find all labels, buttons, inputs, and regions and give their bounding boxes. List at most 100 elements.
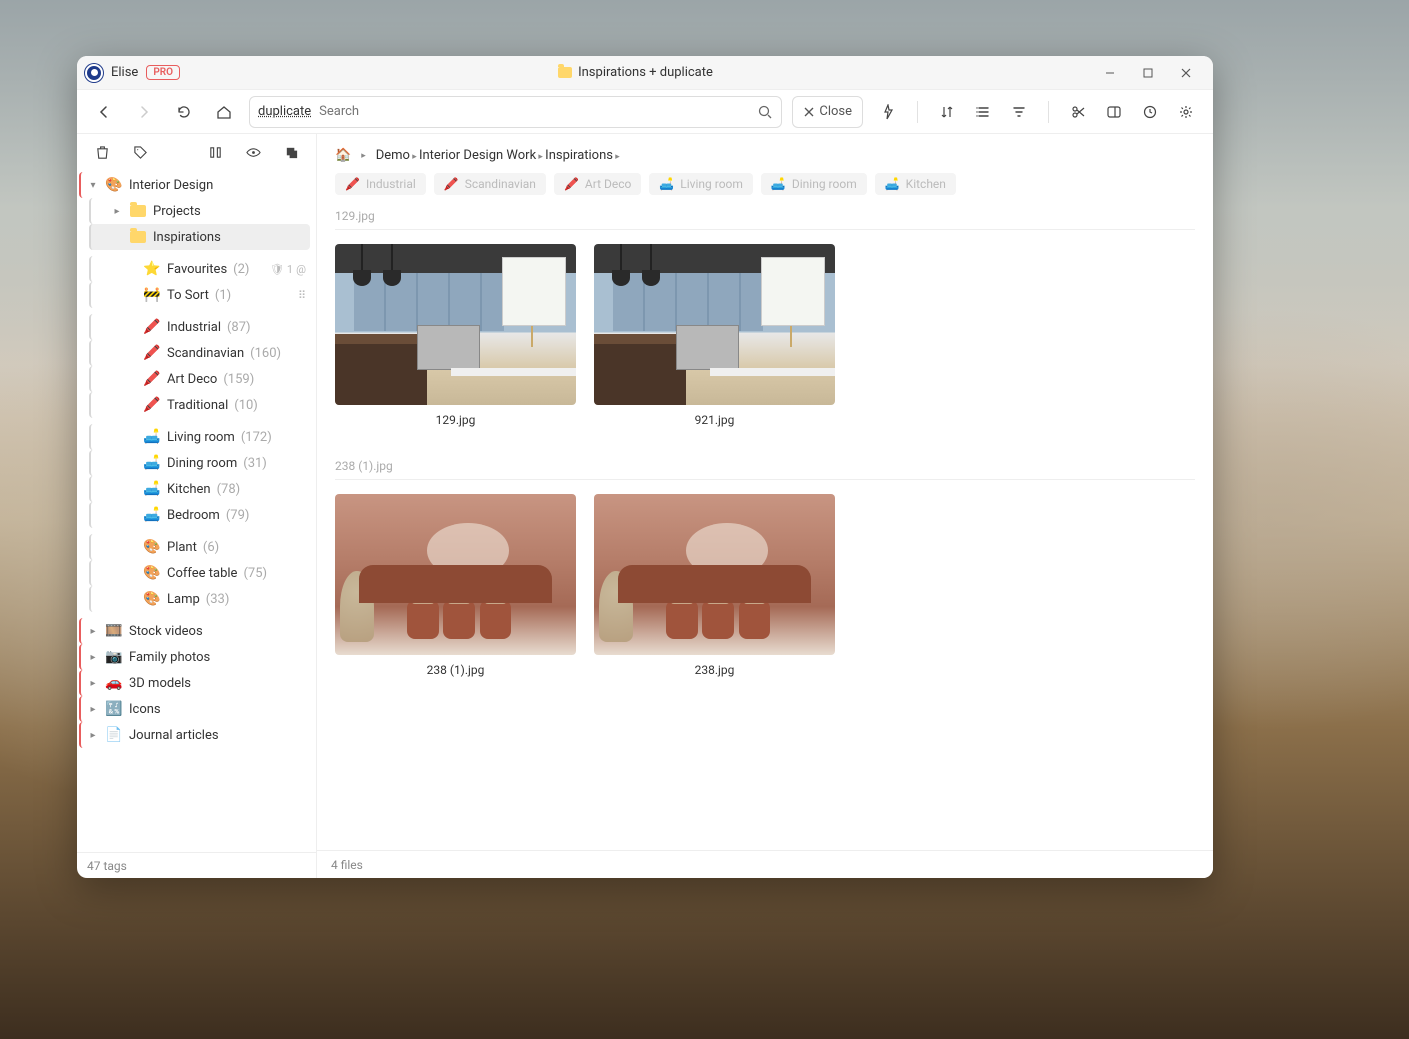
avatar-icon[interactable] xyxy=(85,64,103,82)
sidebar-root[interactable]: ▾ 🎨 Interior Design xyxy=(79,172,310,198)
thumbnail-item[interactable]: 129.jpg xyxy=(335,244,576,427)
sidebar-item-count: (160) xyxy=(250,346,281,361)
minimize-button[interactable] xyxy=(1091,59,1129,87)
thumbnail-item[interactable]: 921.jpg xyxy=(594,244,835,427)
chevron-right-icon: ▸ xyxy=(87,704,99,715)
sidebar-item-living-room[interactable]: 🛋️Living room (172) xyxy=(89,424,310,450)
sidebar-item-projects[interactable]: ▸Projects xyxy=(89,198,310,224)
sidebar-item-bedroom[interactable]: 🛋️Bedroom (79) xyxy=(89,502,310,528)
maximize-button[interactable] xyxy=(1129,59,1167,87)
sidebar-item-label: Favourites xyxy=(167,262,227,277)
search-input[interactable] xyxy=(319,104,749,119)
thumbnail-image xyxy=(335,494,576,655)
refresh-button[interactable] xyxy=(169,97,199,127)
sidebar-item-label: Plant xyxy=(167,540,197,555)
sidebar-item-count: (6) xyxy=(203,540,219,555)
close-button[interactable] xyxy=(1167,59,1205,87)
sidebar-item-journal-articles[interactable]: ▸📄Journal articles xyxy=(79,722,310,748)
sidebar-item-3d-models[interactable]: ▸🚗3D models xyxy=(79,670,310,696)
username: Elise xyxy=(111,65,138,80)
separator xyxy=(917,101,918,123)
content-area[interactable]: 129.jpg129.jpg921.jpg238 (1).jpg238 (1).… xyxy=(317,205,1213,850)
sidebar-item-industrial[interactable]: 🖍️Industrial (87) xyxy=(89,314,310,340)
filter-button[interactable] xyxy=(1004,97,1034,127)
search-active-term[interactable]: duplicate xyxy=(258,104,311,119)
breadcrumb-item[interactable]: Interior Design Work xyxy=(419,148,536,163)
search-icon[interactable] xyxy=(757,104,773,120)
tag-icon: 🛋️ xyxy=(659,177,674,191)
list-view-button[interactable] xyxy=(968,97,998,127)
palette-icon: 🎨 xyxy=(105,177,123,193)
window-title-text: Inspirations + duplicate xyxy=(578,65,713,80)
breadcrumb-item[interactable]: Demo xyxy=(376,148,410,163)
sidebar-item-lamp[interactable]: 🎨Lamp (33) xyxy=(89,586,310,612)
filter-tag-scandinavian[interactable]: 🖍️ Scandinavian xyxy=(434,173,546,195)
sidebar-item-count: (75) xyxy=(243,566,267,581)
pro-badge[interactable]: PRO xyxy=(146,65,180,80)
sidebar-item-traditional[interactable]: 🖍️Traditional (10) xyxy=(89,392,310,418)
sidebar-item-kitchen[interactable]: 🛋️Kitchen (78) xyxy=(89,476,310,502)
settings-button[interactable] xyxy=(1171,97,1201,127)
sidebar-item-scandinavian[interactable]: 🖍️Scandinavian (160) xyxy=(89,340,310,366)
filter-tag-label: Living room xyxy=(680,177,743,191)
history-button[interactable] xyxy=(1135,97,1165,127)
sidebar-item-dining-room[interactable]: 🛋️Dining room (31) xyxy=(89,450,310,476)
sidebar-item-label: Dining room xyxy=(167,456,237,471)
sidebar-item-coffee-table[interactable]: 🎨Coffee table (75) xyxy=(89,560,310,586)
sidebar-item-count: (33) xyxy=(206,592,230,607)
sort-button[interactable] xyxy=(932,97,962,127)
sidebar-item-label: Coffee table xyxy=(167,566,237,581)
scissors-button[interactable] xyxy=(1063,97,1093,127)
chevron-right-icon: ▸ xyxy=(410,152,419,162)
filter-tag-label: Scandinavian xyxy=(465,177,536,191)
filter-tag-art-deco[interactable]: 🖍️Art Deco xyxy=(554,173,641,195)
nav-forward-button[interactable] xyxy=(129,97,159,127)
stack-icon[interactable] xyxy=(276,137,306,167)
sidebar-item-family-photos[interactable]: ▸📷Family photos xyxy=(79,644,310,670)
home-icon[interactable]: 🏠 xyxy=(335,148,351,163)
sidebar-item-plant[interactable]: 🎨Plant (6) xyxy=(89,534,310,560)
sidebar-item-label: Industrial xyxy=(167,320,221,335)
eye-icon[interactable] xyxy=(238,137,268,167)
thumbnail-item[interactable]: 238.jpg xyxy=(594,494,835,677)
home-button[interactable] xyxy=(209,97,239,127)
filter-tag-label: Kitchen xyxy=(906,177,946,191)
sidebar-item-favourites[interactable]: ⭐Favourites (2)🛡1@ xyxy=(89,256,310,282)
sidebar-item-art-deco[interactable]: 🖍️Art Deco (159) xyxy=(89,366,310,392)
tag-icon[interactable] xyxy=(125,137,155,167)
sidebar-item-count: (87) xyxy=(227,320,251,335)
tag-icon: 🖍️ xyxy=(444,177,459,191)
sidebar-item-inspirations[interactable]: Inspirations xyxy=(89,224,310,250)
sidebar-item-label: 3D models xyxy=(129,676,191,691)
panel-toggle-button[interactable] xyxy=(1099,97,1129,127)
thumbnail-item[interactable]: 238 (1).jpg xyxy=(335,494,576,677)
filter-tag-kitchen[interactable]: 🛋️ Kitchen xyxy=(875,173,956,195)
trash-icon[interactable] xyxy=(87,137,117,167)
sidebar-item-to-sort[interactable]: 🚧To Sort (1)⠿ xyxy=(89,282,310,308)
sidebar-item-count: (78) xyxy=(217,482,241,497)
emoji-icon: 🖍️ xyxy=(143,345,161,361)
filter-tag-dining-room[interactable]: 🛋️Dining room xyxy=(761,173,867,195)
search-close-button[interactable]: Close xyxy=(792,96,863,128)
columns-icon[interactable] xyxy=(200,137,230,167)
nav-back-button[interactable] xyxy=(89,97,119,127)
sidebar-item-stock-videos[interactable]: ▸🎞️Stock videos xyxy=(79,618,310,644)
filter-tag-industrial[interactable]: 🖍️Industrial xyxy=(335,173,426,195)
chevron-right-icon: ▸ xyxy=(361,151,366,161)
breadcrumb-item[interactable]: Inspirations xyxy=(545,148,613,163)
sidebar-tools xyxy=(77,134,316,170)
emoji-icon: 🚧 xyxy=(143,287,161,303)
sidebar-item-count: (31) xyxy=(243,456,267,471)
app-window: Elise PRO Inspirations + duplicate dupli… xyxy=(77,56,1213,878)
sidebar-item-meta: ⠿ xyxy=(298,289,306,302)
chevron-right-icon: ▸ xyxy=(87,730,99,741)
emoji-icon: 📄 xyxy=(105,727,123,743)
sidebar-item-icons[interactable]: ▸🔣Icons xyxy=(79,696,310,722)
sidebar-item-label: To Sort xyxy=(167,288,209,303)
quick-action-button[interactable] xyxy=(873,97,903,127)
tag-icon: 🛋️ xyxy=(885,177,900,191)
emoji-icon: 🖍️ xyxy=(143,397,161,413)
filter-tag-living-room[interactable]: 🛋️ Living room xyxy=(649,173,753,195)
sidebar-item-count: (79) xyxy=(226,508,250,523)
search-box[interactable]: duplicate xyxy=(249,96,782,128)
